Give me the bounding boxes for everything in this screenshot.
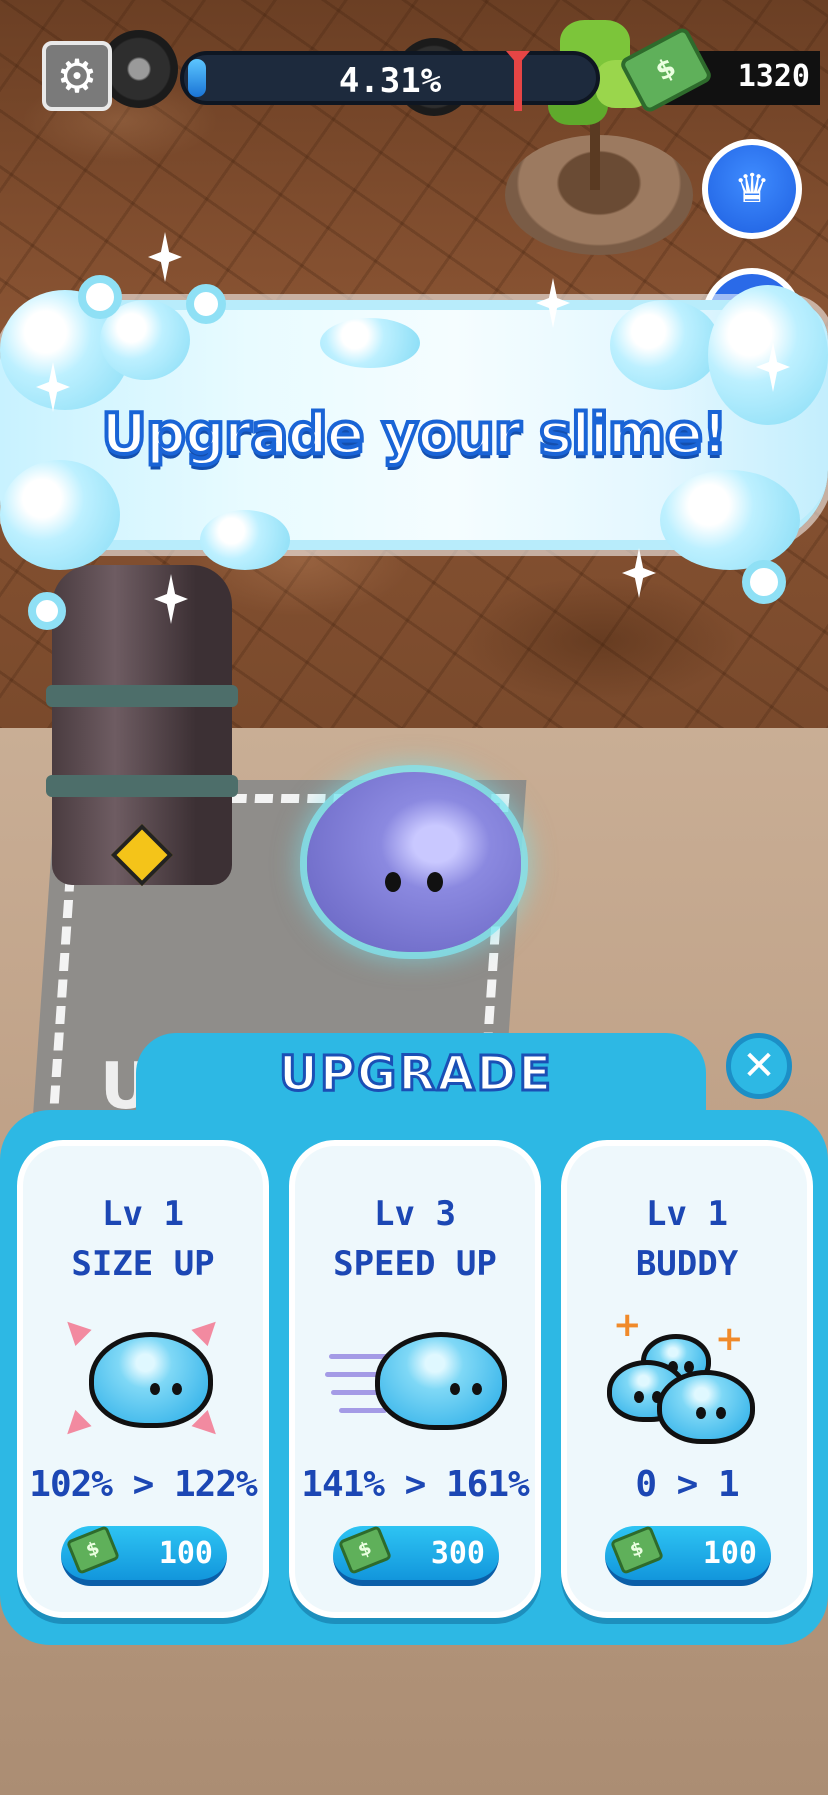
slime-eye	[385, 872, 401, 892]
furnace-tank	[46, 565, 238, 887]
buy-button[interactable]: $ 300	[333, 1525, 499, 1586]
cash-amount: 1320	[737, 59, 810, 94]
close-icon: ✕	[742, 1043, 776, 1089]
arrow-icon: ▲	[53, 1406, 95, 1448]
foam-ring	[186, 284, 226, 324]
fire-warning-sign	[110, 823, 174, 887]
foam-bubble	[200, 510, 290, 570]
foam-ring	[28, 592, 66, 630]
foam-ring	[78, 275, 122, 319]
upgrade-panel-title: UPGRADE	[277, 1045, 554, 1104]
close-button[interactable]: ✕	[726, 1033, 792, 1099]
slime-eye	[427, 872, 443, 892]
speed-line	[339, 1408, 387, 1413]
card-level: Lv 1	[646, 1194, 728, 1234]
card-stat: 102% > 122%	[29, 1464, 257, 1505]
banner-title: Upgrade your slime!	[99, 400, 729, 469]
slime-blob	[375, 1332, 507, 1430]
card-stat: 141% > 161%	[301, 1464, 529, 1505]
slime-blob	[89, 1332, 213, 1428]
foam-bubble	[320, 318, 420, 368]
money-bill-icon: $	[609, 1525, 665, 1575]
settings-button[interactable]: ⚙	[42, 41, 112, 111]
foam-bubble	[0, 460, 120, 570]
tank-band	[46, 685, 238, 707]
speed-up-slime-icon	[325, 1314, 507, 1444]
buy-price: 100	[158, 1536, 213, 1571]
tank-band	[46, 775, 238, 797]
crown-slime-icon: ♛	[734, 166, 770, 212]
buy-button[interactable]: $ 100	[605, 1525, 771, 1586]
buddy-slimes-icon: + +	[607, 1308, 779, 1444]
size-up-slime-icon: ▲ ▲ ▲ ▲	[54, 1308, 235, 1448]
progress-percent: 4.31%	[338, 61, 442, 101]
buy-price: 300	[430, 1536, 485, 1571]
card-name: SPEED UP	[333, 1244, 497, 1284]
buy-button[interactable]: $ 100	[61, 1525, 227, 1586]
foam-bubble	[610, 300, 720, 390]
money-bill-icon: $	[65, 1525, 121, 1575]
level-progress-bar: 4.31%	[180, 51, 600, 111]
upgrade-card-size-up[interactable]: Lv 1 SIZE UP ▲ ▲ ▲ ▲ 102% > 122% $ 100	[17, 1140, 269, 1618]
card-name: SIZE UP	[71, 1244, 215, 1284]
upgrade-card-speed-up[interactable]: Lv 3 SPEED UP 141% > 161% $ 300	[289, 1140, 541, 1618]
card-level: Lv 1	[102, 1194, 184, 1234]
card-level: Lv 3	[374, 1194, 456, 1234]
card-stat: 0 > 1	[635, 1464, 739, 1505]
arrow-icon: ▲	[188, 1308, 230, 1350]
plus-icon: +	[613, 1305, 642, 1345]
foam-bubble	[660, 470, 800, 570]
slime-blob	[657, 1370, 755, 1444]
arrow-icon: ▲	[53, 1308, 95, 1350]
card-name: BUDDY	[635, 1244, 739, 1284]
upgrade-card-buddy[interactable]: Lv 1 BUDDY + + 0 > 1 $ 100	[561, 1140, 813, 1618]
money-bill-icon: $	[337, 1525, 393, 1575]
buy-price: 100	[702, 1536, 757, 1571]
plus-icon: +	[715, 1319, 744, 1359]
player-slime	[307, 772, 521, 952]
foam-ring	[742, 560, 786, 604]
crown-slime-button[interactable]: ♛	[702, 139, 802, 239]
gear-icon: ⚙	[56, 49, 98, 103]
